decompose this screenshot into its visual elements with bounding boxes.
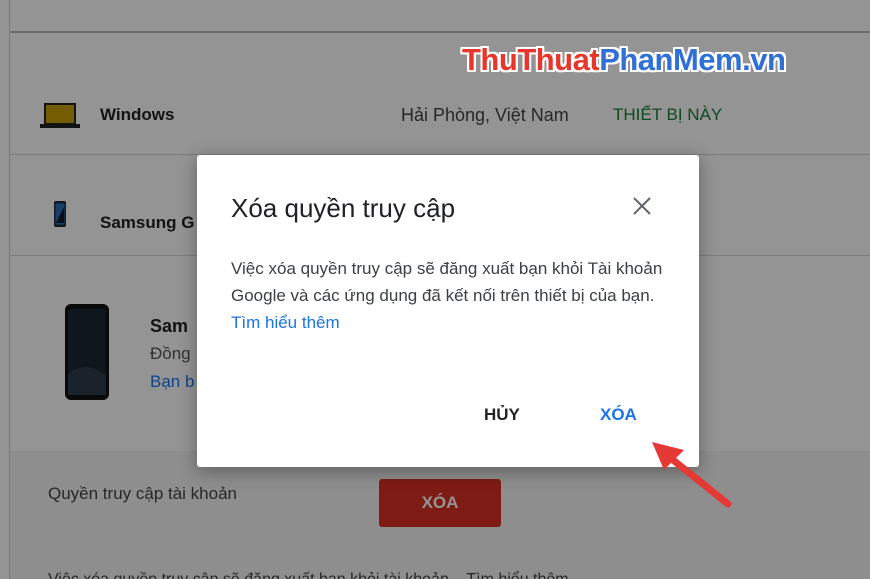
dialog-message: Việc xóa quyền truy cập sẽ đăng xuất bạn…	[231, 259, 663, 305]
watermark-logo: ThuThuatPhanMem.vn	[462, 42, 786, 78]
watermark-part: Thu	[462, 42, 518, 77]
cancel-button[interactable]: HỦY	[484, 405, 520, 425]
close-icon[interactable]	[629, 193, 655, 219]
screenshot-stage: Windows Hải Phòng, Việt Nam THIẾT BỊ NÀY…	[0, 0, 870, 579]
confirm-remove-button[interactable]: XÓA	[600, 405, 637, 425]
watermark-part: Thuat	[517, 42, 600, 77]
dialog-title: Xóa quyền truy cập	[231, 193, 456, 223]
watermark-part: PhanMem	[599, 42, 743, 77]
dialog-body: Việc xóa quyền truy cập sẽ đăng xuất bạn…	[231, 255, 671, 336]
remove-access-dialog: Xóa quyền truy cập Việc xóa quyền truy c…	[197, 155, 699, 467]
watermark-part: .vn	[742, 42, 786, 77]
learn-more-link[interactable]: Tìm hiểu thêm	[231, 313, 340, 332]
pointer-arrow-icon	[652, 442, 732, 508]
